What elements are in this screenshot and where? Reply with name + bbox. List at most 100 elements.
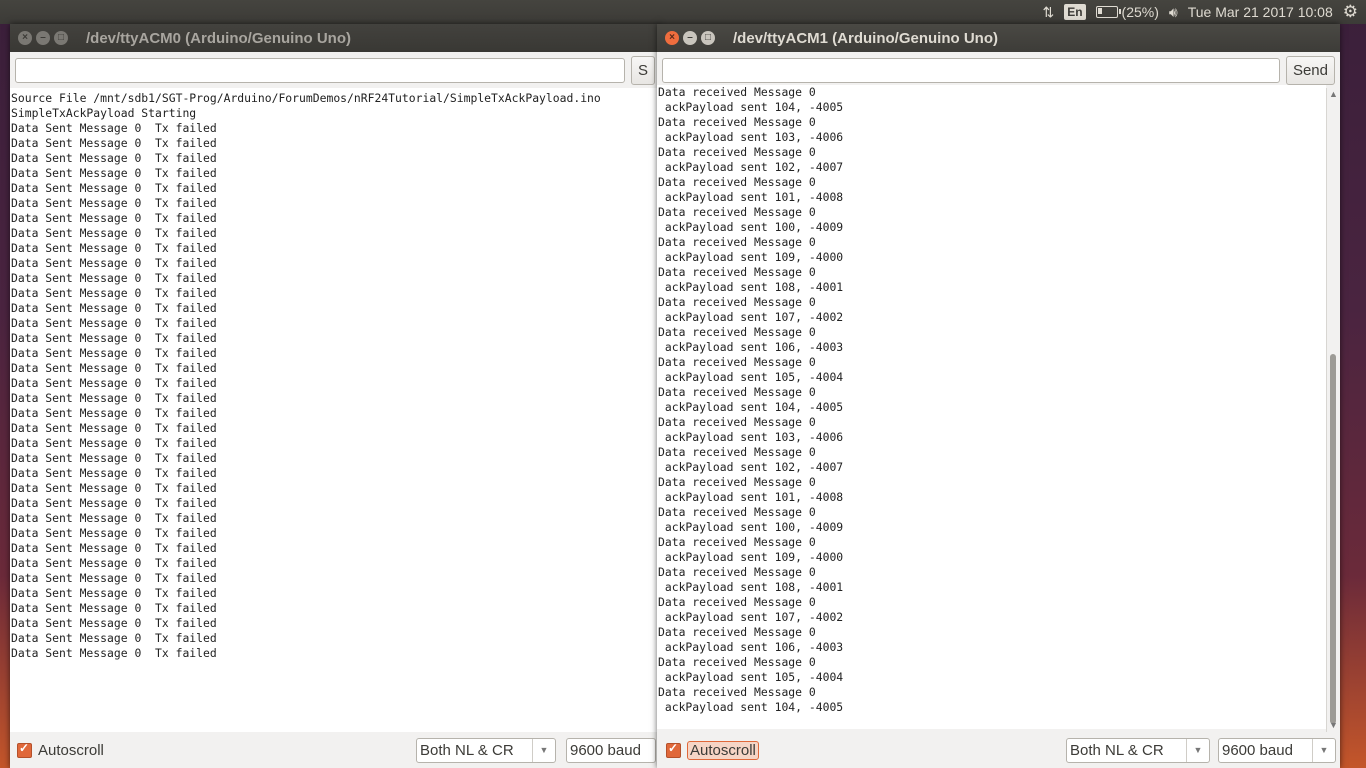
- output-line: ackPayload sent 106, -4003: [658, 640, 844, 654]
- baud-rate-select[interactable]: 9600 baud: [566, 737, 656, 763]
- output-line: ackPayload sent 101, -4008: [658, 490, 844, 504]
- output-line: Data received Message 0: [658, 115, 816, 129]
- window-titlebar[interactable]: × – □ /dev/ttyACM0 (Arduino/Genuino Uno): [10, 24, 660, 52]
- output-line: ackPayload sent 100, -4009: [658, 520, 844, 534]
- vertical-scrollbar[interactable]: ▲ ▼: [1326, 88, 1340, 732]
- battery-indicator[interactable]: (25%): [1095, 4, 1159, 20]
- chevron-down-icon[interactable]: ▼: [532, 738, 555, 762]
- output-line: Data Sent Message 0 Tx failed: [11, 376, 217, 390]
- output-line: Data Sent Message 0 Tx failed: [11, 256, 217, 270]
- autoscroll-checkbox[interactable]: Autoscroll: [661, 740, 762, 761]
- output-line: Data Sent Message 0 Tx failed: [11, 151, 217, 165]
- maximize-icon[interactable]: □: [54, 31, 68, 45]
- output-line: Data received Message 0: [658, 355, 816, 369]
- output-line: ackPayload sent 102, -4007: [658, 160, 844, 174]
- output-line: Data Sent Message 0 Tx failed: [11, 541, 217, 555]
- output-line: ackPayload sent 105, -4004: [658, 370, 844, 384]
- autoscroll-label: Autoscroll: [687, 740, 759, 760]
- output-line: Data received Message 0: [658, 655, 816, 669]
- output-line: ackPayload sent 106, -4003: [658, 340, 844, 354]
- top-panel: ⇅ En (25%) 🔊︎ Tue Mar 21 2017 10:08 ⚙: [0, 0, 1366, 24]
- output-line: Data received Message 0: [658, 205, 816, 219]
- output-line: Data received Message 0: [658, 625, 816, 639]
- output-line: ackPayload sent 104, -4005: [658, 700, 844, 714]
- serial-output[interactable]: Source File /mnt/sdb1/SGT-Prog/Arduino/F…: [10, 88, 660, 732]
- serial-monitor-window-acm1: × – □ /dev/ttyACM1 (Arduino/Genuino Uno)…: [657, 24, 1340, 768]
- output-line: Data received Message 0: [658, 535, 816, 549]
- output-line: Data received Message 0: [658, 85, 816, 99]
- battery-percent: (25%): [1121, 4, 1159, 20]
- output-line: ackPayload sent 108, -4001: [658, 280, 844, 294]
- send-button[interactable]: Send: [1285, 55, 1335, 85]
- output-line: Data received Message 0: [658, 325, 816, 339]
- maximize-icon[interactable]: □: [701, 31, 715, 45]
- output-line: Data Sent Message 0 Tx failed: [11, 121, 217, 135]
- line-ending-select[interactable]: Both NL & CR ▼: [416, 737, 556, 763]
- autoscroll-label: Autoscroll: [38, 741, 104, 759]
- window-title: /dev/ttyACM1 (Arduino/Genuino Uno): [733, 29, 998, 47]
- chevron-down-icon[interactable]: ▼: [1186, 738, 1209, 762]
- output-line: Data Sent Message 0 Tx failed: [11, 421, 217, 435]
- output-line: ackPayload sent 101, -4008: [658, 190, 844, 204]
- minimize-icon[interactable]: –: [683, 31, 697, 45]
- output-line: Data received Message 0: [658, 445, 816, 459]
- output-line: Data received Message 0: [658, 265, 816, 279]
- serial-output[interactable]: Data received Message 0 ackPayload sent …: [657, 85, 1326, 729]
- minimize-icon[interactable]: –: [36, 31, 50, 45]
- output-line: ackPayload sent 107, -4002: [658, 610, 844, 624]
- serial-input[interactable]: [15, 57, 625, 83]
- output-line: Data Sent Message 0 Tx failed: [11, 316, 217, 330]
- baud-rate-value: 9600 baud: [570, 741, 641, 759]
- output-line: Data received Message 0: [658, 595, 816, 609]
- baud-rate-select[interactable]: 9600 baud ▼: [1218, 737, 1336, 763]
- output-line: Data Sent Message 0 Tx failed: [11, 571, 217, 585]
- output-line: Data Sent Message 0 Tx failed: [11, 631, 217, 645]
- output-line: Data Sent Message 0 Tx failed: [11, 286, 217, 300]
- output-line: Data Sent Message 0 Tx failed: [11, 391, 217, 405]
- output-line: Data Sent Message 0 Tx failed: [11, 556, 217, 570]
- output-line: ackPayload sent 109, -4000: [658, 550, 844, 564]
- output-line: Data Sent Message 0 Tx failed: [11, 526, 217, 540]
- bottom-bar: Autoscroll Both NL & CR ▼ 9600 baud: [10, 732, 660, 768]
- output-line: Data Sent Message 0 Tx failed: [11, 181, 217, 195]
- output-line: ackPayload sent 103, -4006: [658, 430, 844, 444]
- output-line: Data received Message 0: [658, 415, 816, 429]
- output-line: Data Sent Message 0 Tx failed: [11, 331, 217, 345]
- output-line: Data Sent Message 0 Tx failed: [11, 436, 217, 450]
- checkbox-checked-icon[interactable]: [17, 741, 32, 758]
- output-line: Data Sent Message 0 Tx failed: [11, 136, 217, 150]
- output-line: ackPayload sent 103, -4006: [658, 130, 844, 144]
- line-ending-select[interactable]: Both NL & CR ▼: [1066, 737, 1210, 763]
- output-line: Data Sent Message 0 Tx failed: [11, 451, 217, 465]
- volume-icon[interactable]: 🔊︎: [1169, 4, 1178, 21]
- serial-input[interactable]: [662, 57, 1280, 83]
- scrollbar-thumb[interactable]: [1330, 354, 1336, 724]
- output-line: Data Sent Message 0 Tx failed: [11, 166, 217, 180]
- checkbox-checked-icon[interactable]: [666, 741, 681, 758]
- gear-icon[interactable]: ⚙: [1343, 2, 1358, 22]
- output-line: Data Sent Message 0 Tx failed: [11, 196, 217, 210]
- output-line: Data received Message 0: [658, 475, 816, 489]
- output-line: ackPayload sent 104, -4005: [658, 400, 844, 414]
- window-titlebar[interactable]: × – □ /dev/ttyACM1 (Arduino/Genuino Uno): [657, 24, 1340, 52]
- output-line: ackPayload sent 104, -4005: [658, 100, 844, 114]
- send-button[interactable]: S: [630, 55, 655, 85]
- output-line: ackPayload sent 100, -4009: [658, 220, 844, 234]
- output-line: Data Sent Message 0 Tx failed: [11, 406, 217, 420]
- close-icon[interactable]: ×: [18, 31, 32, 45]
- close-icon[interactable]: ×: [665, 31, 679, 45]
- output-line: Data Sent Message 0 Tx failed: [11, 646, 217, 660]
- network-arrows-icon[interactable]: ⇅: [1042, 4, 1054, 21]
- clock[interactable]: Tue Mar 21 2017 10:08: [1188, 4, 1333, 20]
- autoscroll-checkbox[interactable]: Autoscroll: [14, 741, 107, 760]
- scroll-up-icon[interactable]: ▲: [1329, 90, 1338, 99]
- output-line: ackPayload sent 107, -4002: [658, 310, 844, 324]
- chevron-down-icon[interactable]: ▼: [1312, 738, 1335, 762]
- keyboard-layout-indicator[interactable]: En: [1064, 4, 1086, 20]
- scroll-down-icon[interactable]: ▼: [1329, 721, 1338, 730]
- output-line: Data Sent Message 0 Tx failed: [11, 211, 217, 225]
- output-line: Data Sent Message 0 Tx failed: [11, 586, 217, 600]
- output-line: SimpleTxAckPayload Starting: [11, 106, 197, 120]
- line-ending-value: Both NL & CR: [1070, 741, 1164, 759]
- serial-monitor-window-acm0: × – □ /dev/ttyACM0 (Arduino/Genuino Uno)…: [10, 24, 660, 768]
